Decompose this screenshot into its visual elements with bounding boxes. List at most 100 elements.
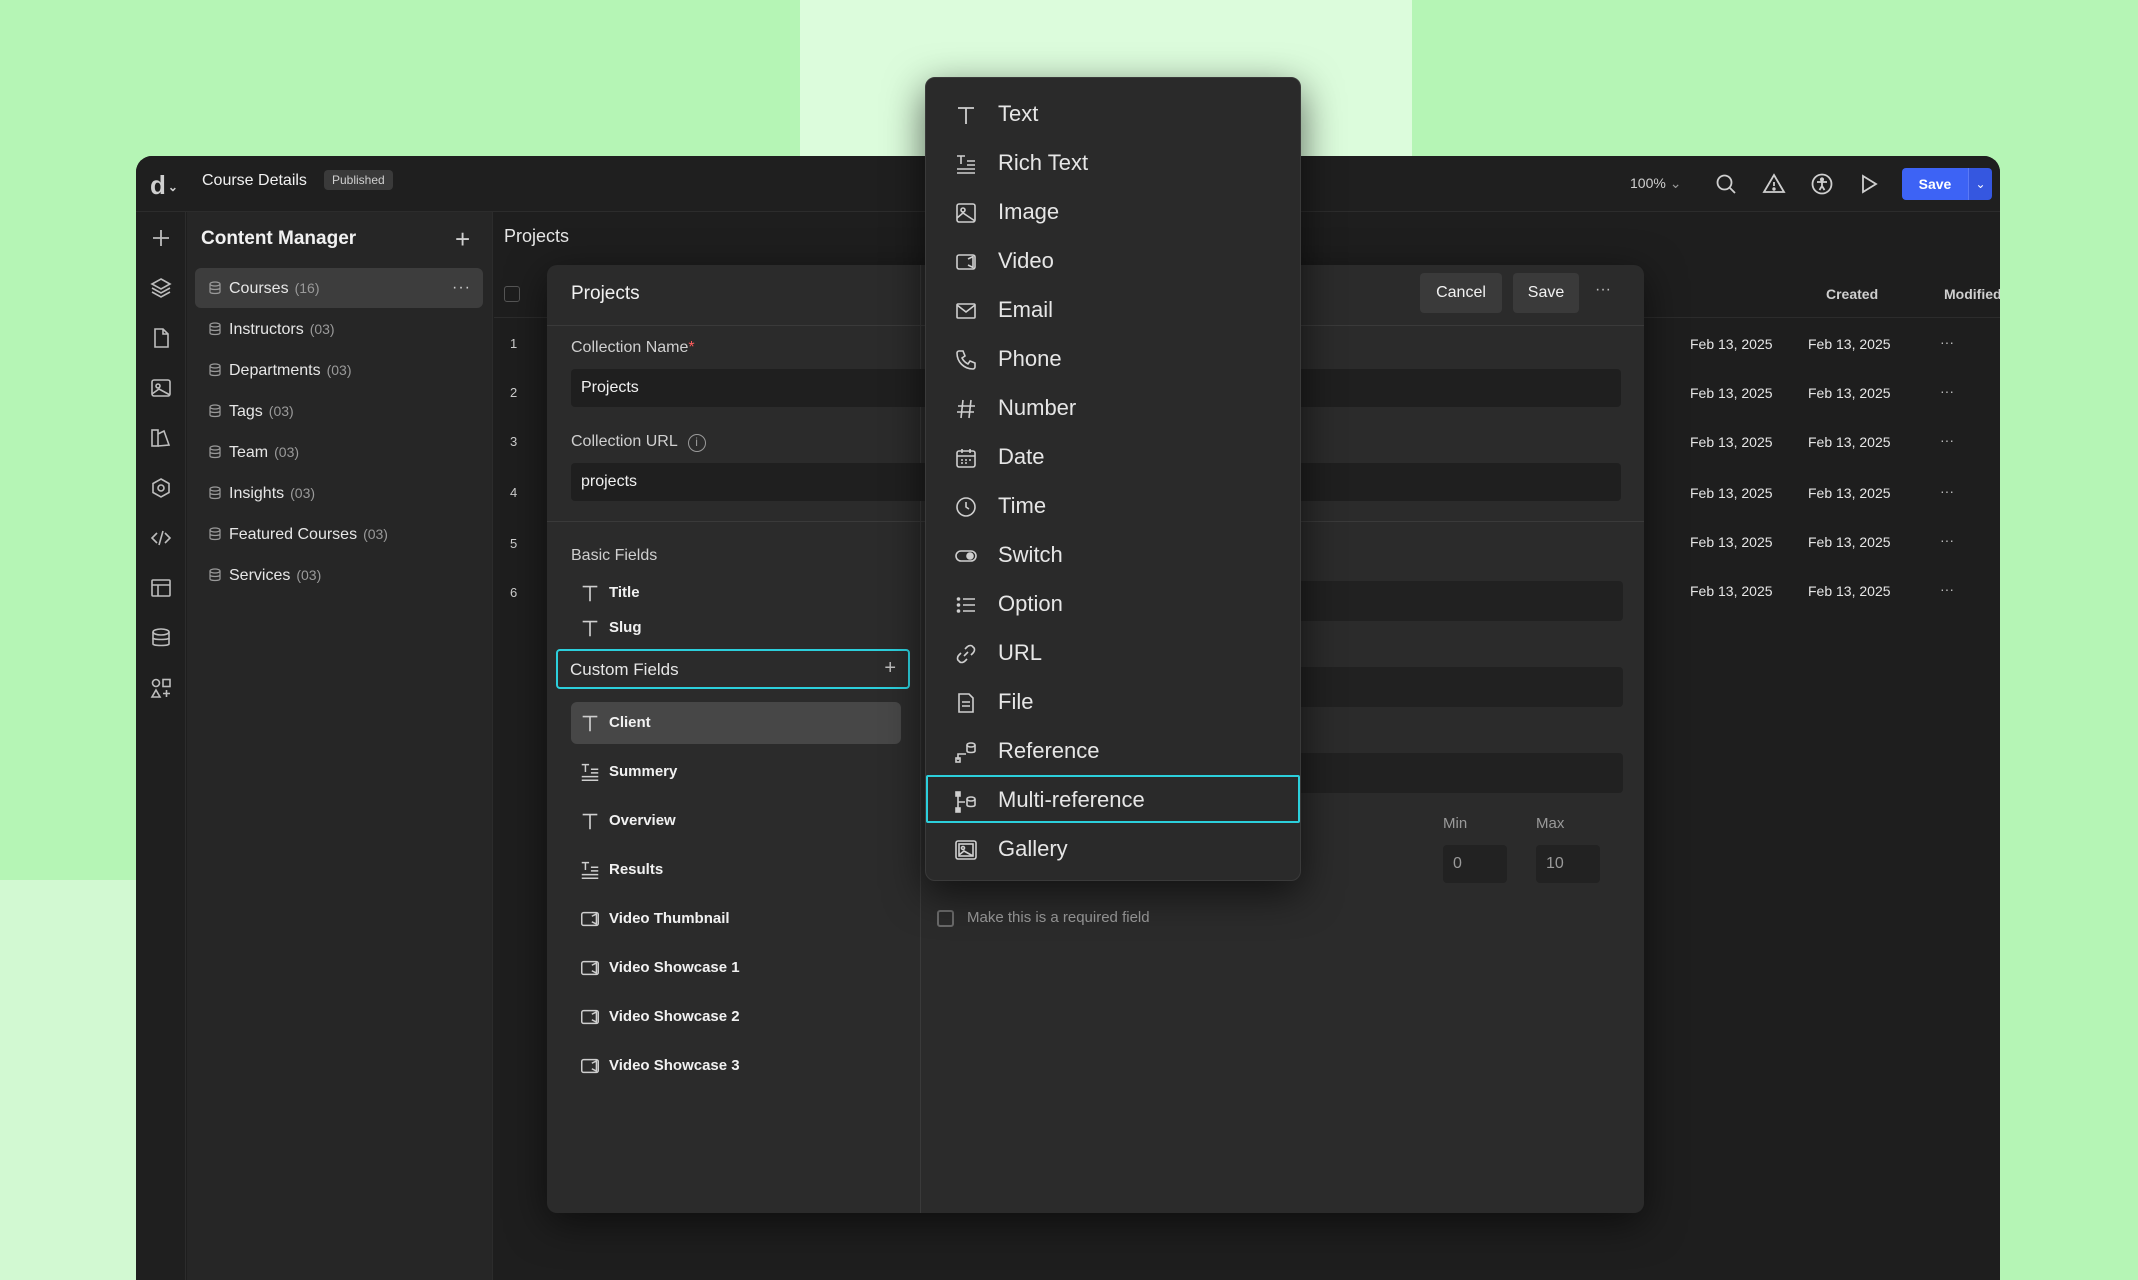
field-setting-input[interactable] <box>1295 753 1623 793</box>
video-icon <box>956 254 976 270</box>
chevron-down-icon: ⌄ <box>167 180 178 195</box>
styles-icon[interactable] <box>149 426 173 450</box>
custom-field-video-showcase-2[interactable]: Video Showcase 2 <box>571 996 901 1038</box>
database-icon <box>209 445 221 459</box>
more-options-icon[interactable]: ··· <box>452 268 471 308</box>
add-collection-button[interactable]: + <box>455 226 470 252</box>
menu-item-date[interactable]: Date <box>928 433 1298 481</box>
collection-label: Instructors <box>229 321 304 338</box>
select-all-checkbox[interactable] <box>504 286 520 302</box>
text-icon <box>582 585 598 602</box>
save-options-dropdown[interactable]: ⌄ <box>1968 168 1992 200</box>
row-menu-icon[interactable]: ··· <box>1940 334 1954 350</box>
menu-item-number[interactable]: Number <box>928 384 1298 432</box>
menu-item-rich-text[interactable]: Rich Text <box>928 139 1298 187</box>
content-manager-title: Content Manager <box>201 228 357 249</box>
code-icon[interactable] <box>149 526 173 550</box>
search-icon[interactable] <box>1714 172 1738 196</box>
custom-fields-header[interactable]: Custom Fields + <box>556 649 910 689</box>
collection-item-services[interactable]: Services (03) <box>195 555 483 595</box>
menu-item-video[interactable]: Video <box>928 237 1298 285</box>
row-number: 5 <box>510 536 518 551</box>
info-icon[interactable]: i <box>687 434 706 452</box>
row-menu-icon[interactable]: ··· <box>1940 383 1954 399</box>
custom-field-overview[interactable]: Overview <box>571 800 901 842</box>
assets-icon[interactable] <box>149 376 173 400</box>
collection-count: (16) <box>294 280 320 296</box>
more-options-icon[interactable]: ··· <box>1595 281 1611 299</box>
menu-item-gallery[interactable]: Gallery <box>928 825 1298 873</box>
menu-item-url[interactable]: URL <box>928 629 1298 677</box>
rich-text-icon <box>581 861 599 879</box>
basic-fields-heading: Basic Fields <box>571 547 658 564</box>
accessibility-icon[interactable] <box>1810 172 1834 196</box>
min-input[interactable]: 0 <box>1443 845 1507 883</box>
zoom-select[interactable]: 100% ⌄ <box>1630 175 1681 192</box>
required-checkbox[interactable] <box>937 910 954 927</box>
custom-field-results[interactable]: Results <box>571 849 901 891</box>
collection-count: (03) <box>296 567 322 583</box>
menu-item-text[interactable]: Text <box>928 90 1298 138</box>
row-number: 6 <box>510 585 518 600</box>
collection-name-label: Collection Name* <box>571 339 695 356</box>
warning-icon[interactable] <box>1762 172 1786 196</box>
collection-item-departments[interactable]: Departments (03) <box>195 350 483 390</box>
max-input[interactable]: 10 <box>1536 845 1600 883</box>
database-icon <box>209 527 221 541</box>
required-checkbox-label: Make this is a required field <box>967 909 1150 926</box>
menu-item-phone[interactable]: Phone <box>928 335 1298 383</box>
basic-field-slug[interactable]: Slug <box>571 607 901 649</box>
email-icon <box>956 303 976 319</box>
layout-icon[interactable] <box>149 576 173 600</box>
menu-item-switch[interactable]: Switch <box>928 531 1298 579</box>
custom-field-summery[interactable]: Summery <box>571 751 901 793</box>
collection-item-tags[interactable]: Tags (03) <box>195 391 483 431</box>
column-created[interactable]: Created <box>1826 286 1878 302</box>
custom-field-client[interactable]: Client <box>571 702 901 744</box>
menu-item-image[interactable]: Image <box>928 188 1298 236</box>
custom-field-video-thumbnail[interactable]: Video Thumbnail <box>571 898 901 940</box>
field-setting-input[interactable] <box>1295 667 1623 707</box>
row-menu-icon[interactable]: ··· <box>1940 532 1954 548</box>
row-menu-icon[interactable]: ··· <box>1940 432 1954 448</box>
tool-rail <box>136 212 186 1280</box>
database-icon <box>209 568 221 582</box>
menu-item-file[interactable]: File <box>928 678 1298 726</box>
menu-item-email[interactable]: Email <box>928 286 1298 334</box>
field-setting-input[interactable] <box>1295 581 1623 621</box>
collection-item-courses[interactable]: Courses (16) ··· <box>195 268 483 308</box>
chevron-down-icon: ⌄ <box>1669 175 1682 191</box>
column-modified[interactable]: Modified <box>1944 286 2000 302</box>
phone-icon <box>956 350 976 370</box>
collection-item-insights[interactable]: Insights (03) <box>195 473 483 513</box>
menu-item-option[interactable]: Option <box>928 580 1298 628</box>
play-icon[interactable] <box>1857 172 1881 196</box>
collection-item-instructors[interactable]: Instructors (03) <box>195 309 483 349</box>
collection-item-team[interactable]: Team (03) <box>195 432 483 472</box>
publish-save-button[interactable]: Save <box>1902 168 1968 200</box>
clock-icon <box>956 497 976 517</box>
add-field-button[interactable]: + <box>884 657 896 680</box>
row-menu-icon[interactable]: ··· <box>1940 581 1954 597</box>
multi-reference-icon <box>955 791 976 813</box>
menu-item-time[interactable]: Time <box>928 482 1298 530</box>
save-button[interactable]: Save <box>1513 273 1579 313</box>
modal-title: Projects <box>571 283 640 304</box>
cancel-button[interactable]: Cancel <box>1420 273 1502 313</box>
components-icon[interactable] <box>149 476 173 500</box>
menu-item-reference[interactable]: Reference <box>928 727 1298 775</box>
database-icon[interactable] <box>149 626 173 650</box>
apps-icon[interactable] <box>149 676 173 700</box>
logo-menu[interactable]: d ⌄ <box>150 170 190 200</box>
chevron-down-icon: ⌄ <box>1975 177 1986 191</box>
layers-icon[interactable] <box>149 276 173 300</box>
created-date: Feb 13, 2025 <box>1690 485 1773 501</box>
custom-field-video-showcase-1[interactable]: Video Showcase 1 <box>571 947 901 989</box>
row-menu-icon[interactable]: ··· <box>1940 483 1954 499</box>
menu-item-multi-reference[interactable]: Multi-reference <box>926 775 1300 823</box>
collection-item-featured-courses[interactable]: Featured Courses (03) <box>195 514 483 554</box>
project-title: Course Details <box>202 172 307 189</box>
custom-field-video-showcase-3[interactable]: Video Showcase 3 <box>571 1045 901 1087</box>
pages-icon[interactable] <box>149 326 173 350</box>
add-icon[interactable] <box>149 226 173 250</box>
